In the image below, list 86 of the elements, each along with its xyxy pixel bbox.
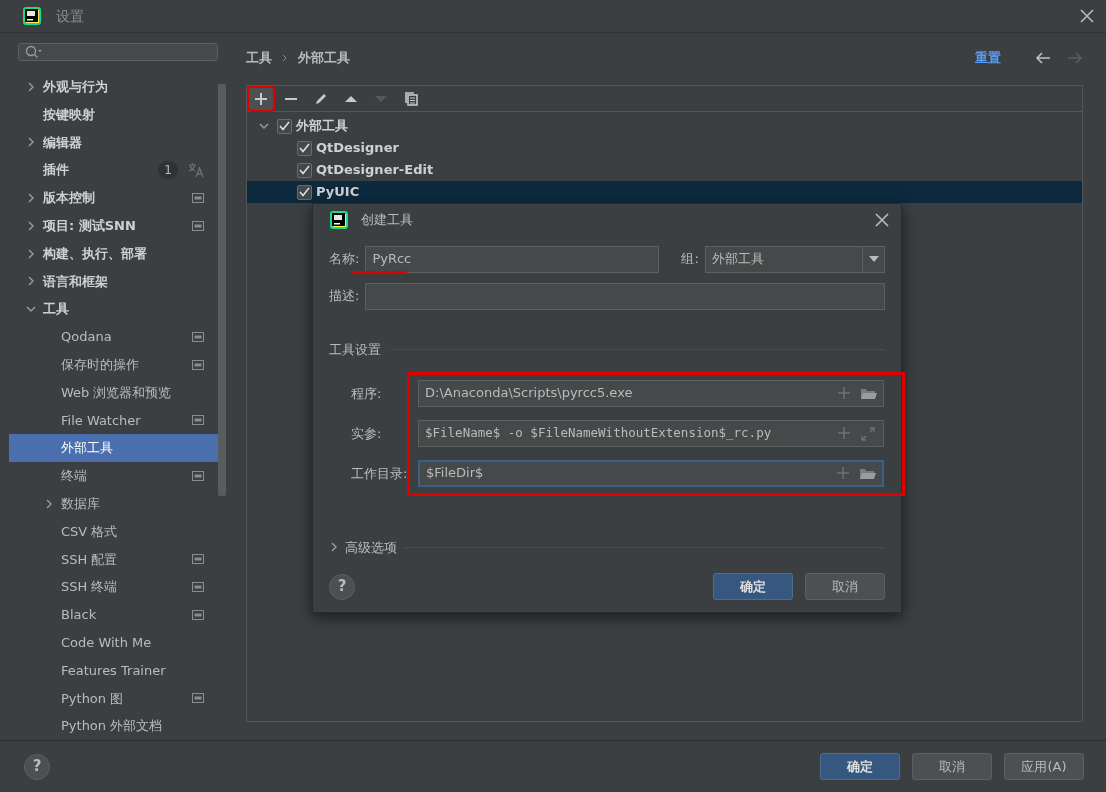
breadcrumb-link[interactable]: 工具 (246, 48, 272, 68)
sidebar-item[interactable]: Black (9, 601, 218, 629)
tree-label: QtDesigner (316, 139, 399, 158)
tree-row[interactable]: QtDesigner (247, 137, 1082, 159)
sidebar-item[interactable]: 项目: 测试SNN (9, 211, 218, 240)
description-field[interactable] (365, 282, 885, 310)
cancel-button[interactable]: 取消 (805, 573, 885, 600)
field-label: 程序: (351, 384, 382, 403)
name-field[interactable]: PyRcc (365, 245, 660, 273)
chevron-icon[interactable] (26, 248, 36, 259)
chevron-icon[interactable] (26, 192, 36, 203)
group-dropdown[interactable]: 外部工具 (704, 245, 885, 273)
sidebar-item[interactable]: 插件 1 (9, 156, 218, 185)
pencil-icon (314, 91, 328, 106)
dialog-title: 创建工具 (361, 211, 413, 230)
field-label: 描述: (329, 287, 360, 306)
chevron-icon[interactable] (26, 137, 36, 148)
checkbox[interactable] (297, 184, 312, 200)
tree-row[interactable]: PyUIC (247, 181, 1082, 203)
chevron-icon[interactable] (259, 121, 269, 131)
chevron-icon[interactable] (26, 276, 36, 287)
sidebar-item[interactable]: Qodana (9, 323, 218, 351)
field-label: 工作目录: (351, 464, 408, 483)
field-label: 实参: (351, 424, 382, 443)
sidebar-item[interactable]: Code With Me (9, 628, 218, 657)
tree-label: 外部工具 (296, 117, 348, 136)
sidebar-item[interactable]: 终端 (9, 462, 218, 490)
sidebar-item[interactable]: 构建、执行、部署 (9, 239, 218, 268)
chevron-icon[interactable] (26, 220, 36, 231)
sidebar-item[interactable]: SSH 配置 (9, 545, 218, 574)
close-icon[interactable] (1080, 9, 1094, 23)
window-title: 设置 (56, 6, 84, 26)
chevron-icon[interactable] (44, 498, 54, 509)
checkbox[interactable] (297, 162, 312, 178)
ok-button[interactable]: 确定 (713, 573, 793, 600)
sidebar-item[interactable]: CSV 格式 (9, 517, 218, 546)
back-arrow-icon[interactable] (1035, 51, 1051, 65)
sidebar-item[interactable]: 外部工具 (9, 434, 218, 463)
app-logo-icon (329, 210, 349, 230)
sidebar-item[interactable]: 保存时的操作 (9, 350, 218, 379)
sidebar-item[interactable]: 版本控制 (9, 184, 218, 212)
tree-row[interactable]: QtDesigner-Edit (247, 159, 1082, 181)
sidebar-item[interactable]: SSH 终端 (9, 573, 218, 601)
scrollbar[interactable] (218, 83, 226, 496)
add-icon (254, 91, 268, 106)
sidebar-item[interactable]: 数据库 (9, 489, 218, 518)
checkbox[interactable] (277, 118, 292, 134)
sidebar-item[interactable]: Features Trainer (9, 656, 218, 685)
breadcrumb-current: 外部工具 (298, 49, 350, 68)
add-button[interactable] (249, 87, 273, 110)
sidebar-item[interactable]: 编辑器 (9, 128, 218, 157)
close-icon[interactable] (875, 213, 889, 227)
sidebar-item[interactable]: 工具 (9, 295, 218, 324)
help-button[interactable]: ? (24, 753, 50, 780)
count-badge: 1 (158, 161, 178, 180)
breadcrumb-separator-icon (282, 54, 288, 62)
tree-row[interactable]: 外部工具 (247, 115, 1082, 137)
help-button[interactable]: ? (329, 573, 355, 600)
copy-icon (404, 91, 418, 106)
remove-icon (284, 97, 298, 100)
sidebar-item[interactable]: Python 外部文档 (9, 712, 218, 740)
ok-button[interactable]: 确定 (820, 753, 900, 780)
dialog-button[interactable]: 应用(A) (1004, 753, 1084, 780)
sidebar-item[interactable]: File Watcher (9, 406, 218, 435)
checkbox[interactable] (297, 140, 312, 156)
section-title: 工具设置 (329, 341, 381, 359)
field-label: 组: (681, 250, 699, 269)
search-field[interactable] (18, 43, 218, 61)
sidebar-item[interactable]: Python 图 (9, 684, 218, 713)
sidebar-item[interactable]: 按键映射 (9, 100, 218, 129)
tree-label: PyUIC (316, 183, 360, 202)
chevron-icon[interactable] (26, 81, 36, 92)
search-icon (25, 44, 43, 59)
sidebar-item[interactable]: Web 浏览器和预览 (9, 378, 218, 407)
dropdown-arrow-icon (868, 256, 879, 262)
app-logo-icon (22, 6, 42, 26)
advanced-options-toggle[interactable]: 高级选项 (329, 537, 397, 557)
chevron-icon[interactable] (329, 542, 339, 553)
dialog-button[interactable]: 取消 (912, 753, 992, 780)
text-field[interactable]: D:\Anaconda\Scripts\pyrcc5.exe (418, 379, 884, 407)
reset-link[interactable]: 重置 (975, 48, 1001, 68)
tree-label: QtDesigner-Edit (316, 161, 434, 180)
field-label: 名称: (329, 250, 360, 269)
sidebar-item[interactable]: 语言和框架 (9, 267, 218, 296)
text-field[interactable]: $FileDir$ (418, 459, 884, 487)
sidebar-item[interactable]: 外观与行为 (9, 72, 218, 101)
